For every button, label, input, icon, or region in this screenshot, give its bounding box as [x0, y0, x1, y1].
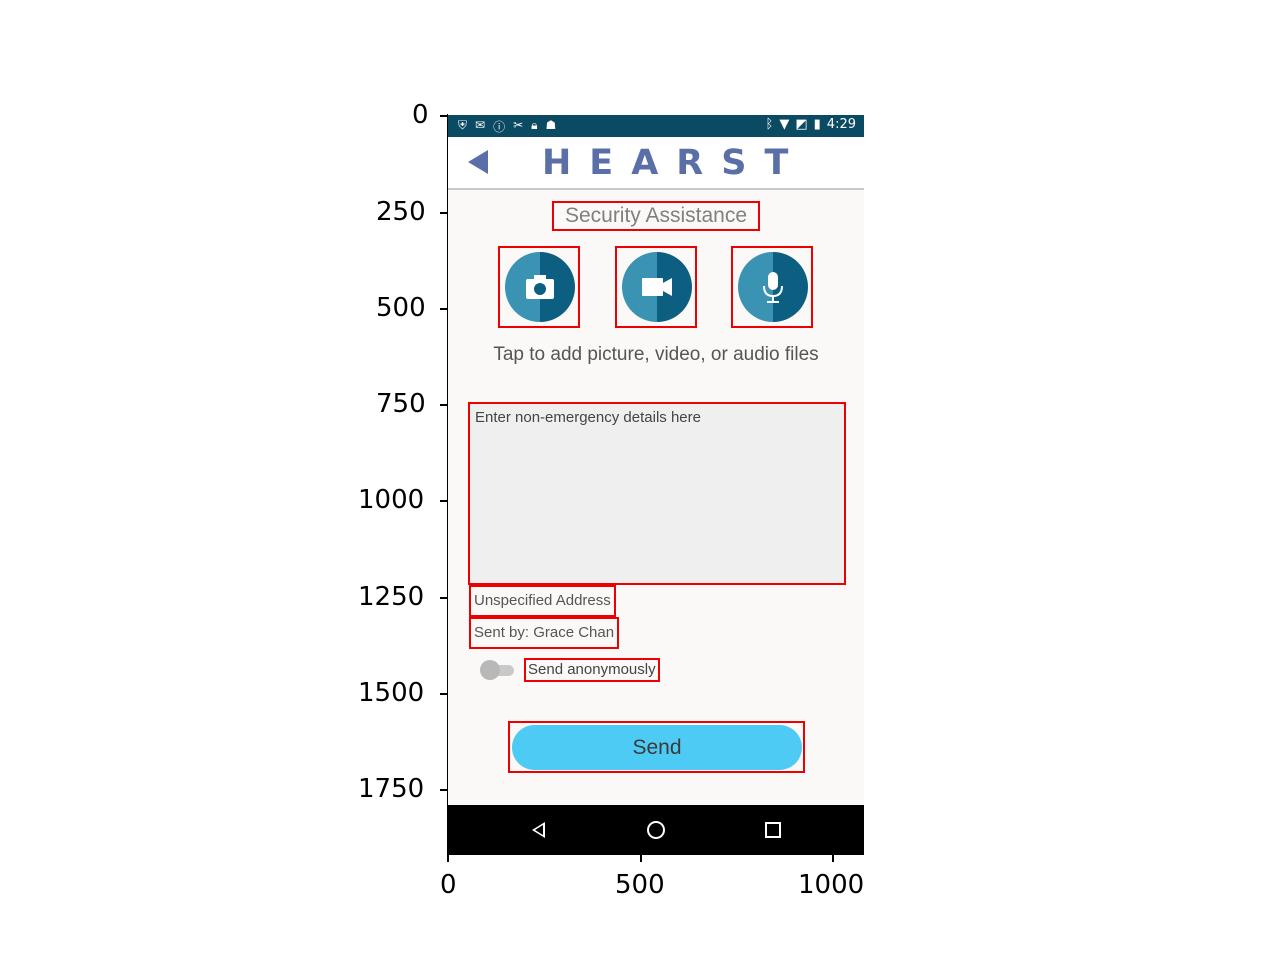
- nav-home-icon[interactable]: [647, 821, 665, 839]
- send-button[interactable]: Send: [512, 725, 802, 770]
- media-hint-text: Tap to add picture, video, or audio file…: [493, 344, 819, 365]
- y-tick-label: 0: [412, 100, 429, 130]
- y-tick-label: 750: [376, 389, 426, 419]
- x-tick-label: 1000: [798, 870, 865, 900]
- toggle-knob: [480, 660, 500, 680]
- back-arrow-icon[interactable]: [468, 150, 488, 174]
- message-icon: ✉: [475, 118, 486, 132]
- shield-icon: ⛨: [458, 118, 468, 132]
- tools-icon: ✂: [513, 118, 524, 132]
- y-tick-label: 1750: [358, 774, 425, 804]
- phone-screen: ⛨ ✉ ⓘ ✂ 🔒︎ ☗ ᛒ ▼ ◩ ▮ 4:29 HEARST Securit…: [448, 115, 864, 855]
- page-title: Security Assistance: [552, 201, 760, 231]
- video-button-circle: [622, 252, 692, 322]
- status-time: 4:29: [826, 117, 856, 132]
- add-audio-button[interactable]: [731, 246, 813, 328]
- status-bar: ⛨ ✉ ⓘ ✂ 🔒︎ ☗ ᛒ ▼ ◩ ▮ 4:29: [448, 115, 864, 137]
- info-icon: ⓘ: [493, 120, 506, 134]
- battery-charging-icon: ▮: [813, 117, 821, 132]
- anonymous-label: Send anonymously: [524, 658, 660, 682]
- nav-recents-icon[interactable]: [765, 822, 781, 838]
- wifi-icon: ▼: [779, 117, 790, 132]
- lock-icon: 🔒︎: [531, 118, 538, 132]
- y-tick-label: 1000: [358, 485, 425, 515]
- x-tick-label: 500: [615, 870, 665, 900]
- y-tick-label: 250: [376, 197, 426, 227]
- address-text: Unspecified Address: [469, 585, 616, 617]
- details-input[interactable]: Enter non-emergency details here: [468, 402, 846, 585]
- app-header: HEARST: [448, 137, 864, 190]
- no-sim-icon: ◩: [795, 117, 808, 132]
- status-right-icons: ᛒ ▼ ◩ ▮ 4:29: [766, 117, 856, 132]
- y-tick-label: 1500: [358, 678, 425, 708]
- bluetooth-icon: ᛒ: [765, 117, 774, 132]
- brand-logo: HEARST: [542, 143, 807, 183]
- send-button-frame: Send: [508, 721, 805, 773]
- system-nav-bar: [448, 805, 864, 855]
- microphone-icon: [763, 272, 783, 303]
- anonymous-toggle[interactable]: [480, 660, 514, 680]
- add-video-button[interactable]: [615, 246, 697, 328]
- status-left-icons: ⛨ ✉ ⓘ ✂ 🔒︎ ☗: [458, 118, 556, 135]
- y-tick-label: 500: [376, 293, 426, 323]
- audio-button-circle: [738, 252, 808, 322]
- add-picture-button[interactable]: [498, 246, 580, 328]
- nav-back-icon[interactable]: [532, 822, 545, 838]
- android-icon: ☗: [545, 118, 557, 132]
- sender-text: Sent by: Grace Chan: [469, 617, 620, 649]
- x-tick-label: 0: [440, 870, 457, 900]
- video-camera-icon: [642, 278, 672, 296]
- camera-icon: [526, 275, 554, 299]
- camera-button-circle: [505, 252, 575, 322]
- y-tick-label: 1250: [358, 582, 425, 612]
